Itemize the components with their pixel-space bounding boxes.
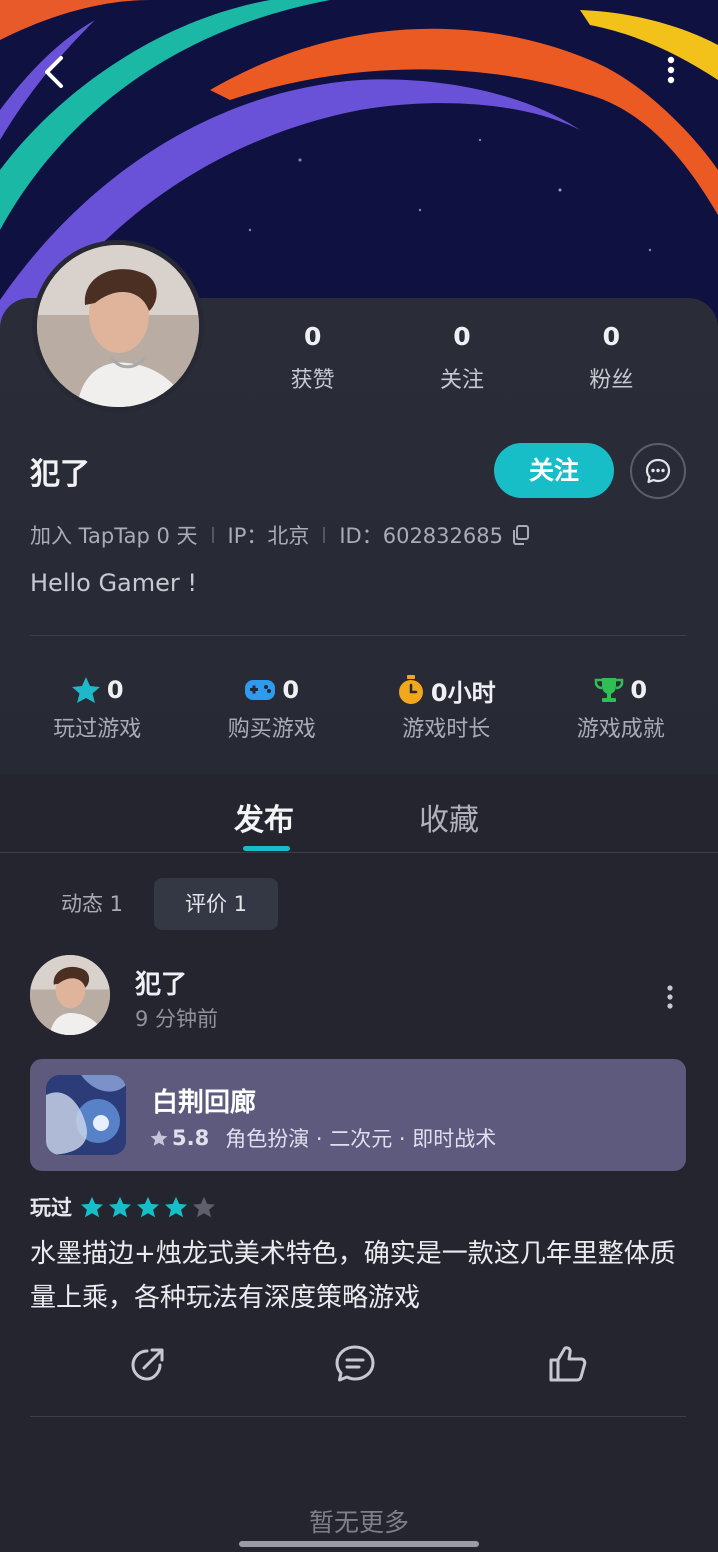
rating-row: 玩过: [30, 1192, 220, 1222]
post-timestamp: 9 分钟前: [135, 1007, 219, 1031]
stopwatch-icon: [398, 675, 423, 704]
share-button[interactable]: [125, 1340, 169, 1388]
thumbs-up-icon: [549, 1346, 587, 1382]
bio: Hello Gamer !: [30, 569, 198, 597]
more-options-button[interactable]: [656, 50, 686, 90]
game-stat-played[interactable]: 0 玩过游戏: [10, 673, 185, 743]
more-vertical-icon: [667, 56, 675, 84]
stat-following[interactable]: 0 关注: [387, 322, 536, 394]
review-text[interactable]: 水墨描边+烛龙式美术特色，确实是一款这几年里整体质量上乘，各种玩法有深度策略游戏: [30, 1232, 690, 1320]
active-tab-indicator: [243, 846, 290, 851]
profile-meta: 加入 TapTap 0 天 IP：北京 ID：602832685: [30, 520, 531, 550]
game-tags: 角色扮演 · 二次元 · 即时战术: [225, 1127, 497, 1151]
avatar-photo: [37, 245, 199, 407]
star-icon: [150, 1130, 168, 1146]
comment-icon: [335, 1345, 375, 1382]
message-button[interactable]: [630, 443, 686, 499]
comment-button[interactable]: [333, 1340, 377, 1388]
copy-icon: [512, 525, 529, 545]
subtab-dynamic[interactable]: 动态 1: [40, 878, 144, 930]
game-stat-played-label: 玩过游戏: [53, 717, 142, 742]
username: 犯了: [30, 457, 90, 492]
post-author-avatar[interactable]: [30, 955, 110, 1035]
game-stats: 0 玩过游戏 0 购买游戏 0小时 游戏时长 0 游戏成就: [10, 673, 708, 743]
meta-divider: [323, 527, 326, 543]
like-button[interactable]: [546, 1340, 590, 1388]
star-empty-icon: [193, 1196, 215, 1218]
stat-following-value: 0: [453, 322, 471, 351]
game-info: 5.8 角色扮演 · 二次元 · 即时战术: [150, 1123, 496, 1153]
tab-favorites[interactable]: 收藏: [419, 795, 479, 839]
star-filled-icon: [81, 1196, 103, 1218]
ip-location: IP：北京: [227, 524, 310, 548]
join-duration: 加入 TapTap 0 天: [30, 524, 198, 548]
stat-fans[interactable]: 0 粉丝: [537, 322, 686, 394]
home-indicator[interactable]: [239, 1541, 479, 1547]
chevron-left-icon: [45, 56, 63, 88]
stat-fans-label: 粉丝: [589, 368, 634, 393]
game-stat-achievements-value: 0: [630, 676, 648, 704]
copy-id-button[interactable]: [511, 524, 531, 546]
star-filled-icon: [109, 1196, 131, 1218]
no-more-text: 暂无更多: [308, 1508, 409, 1537]
more-vertical-icon: [667, 985, 673, 1009]
divider: [30, 1416, 686, 1417]
trophy-icon: [595, 678, 624, 702]
post-author-name[interactable]: 犯了: [135, 964, 187, 1001]
game-card[interactable]: 白荆回廊 5.8 角色扮演 · 二次元 · 即时战术: [30, 1059, 686, 1171]
social-stats: 0 获赞 0 关注 0 粉丝: [238, 322, 686, 394]
share-icon: [131, 1348, 164, 1381]
game-icon: [46, 1075, 126, 1155]
game-stat-achievements[interactable]: 0 游戏成就: [534, 673, 709, 743]
tab-publish[interactable]: 发布: [234, 795, 294, 839]
stat-likes-label: 获赞: [290, 368, 335, 393]
game-stat-achievements-label: 游戏成就: [576, 717, 665, 742]
stat-likes-value: 0: [303, 322, 322, 351]
avatar[interactable]: [32, 240, 204, 412]
game-stat-playtime-label: 游戏时长: [402, 717, 491, 742]
post-actions: [0, 1340, 718, 1390]
back-button[interactable]: [30, 48, 78, 96]
game-title: 白荆回廊: [152, 1088, 257, 1118]
game-cover-art: [46, 1075, 126, 1155]
played-label: 玩过: [30, 1196, 72, 1220]
game-stat-playtime-value: 0小时: [430, 678, 496, 707]
chat-bubble-icon: [645, 458, 671, 484]
divider: [30, 635, 686, 636]
user-id: ID：602832685: [339, 524, 503, 548]
meta-divider: [211, 527, 214, 543]
post-more-button[interactable]: [656, 980, 684, 1014]
game-stat-purchased-label: 购买游戏: [227, 717, 316, 742]
avatar-photo: [30, 955, 110, 1035]
follow-button[interactable]: 关注: [494, 443, 614, 498]
game-stat-playtime[interactable]: 0小时 游戏时长: [359, 673, 534, 743]
star-icon: [71, 677, 100, 703]
game-stat-purchased[interactable]: 0 购买游戏: [185, 673, 360, 743]
stat-following-label: 关注: [439, 368, 484, 393]
gamepad-icon: [245, 680, 276, 700]
subtab-review[interactable]: 评价 1: [154, 878, 278, 930]
game-stat-played-value: 0: [106, 676, 124, 704]
game-score: 5.8: [172, 1126, 210, 1150]
rating-stars: [80, 1196, 220, 1218]
game-stat-purchased-value: 0: [282, 676, 300, 704]
star-filled-icon: [137, 1196, 159, 1218]
content-tabs: 发布 收藏: [0, 775, 718, 853]
stat-likes: 0 获赞: [238, 322, 387, 394]
star-filled-icon: [165, 1196, 187, 1218]
stat-fans-value: 0: [602, 322, 621, 351]
